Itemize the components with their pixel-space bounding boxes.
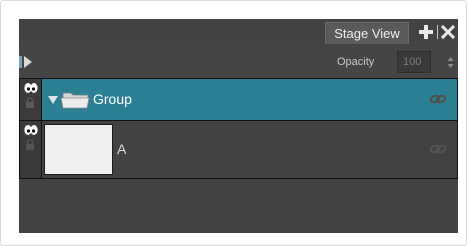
link-icon[interactable]: [429, 144, 447, 154]
disclosure-triangle-icon[interactable]: [48, 96, 58, 104]
tab-separator: [437, 25, 438, 39]
layer-name-group: Group: [93, 91, 132, 107]
lock-icon[interactable]: [25, 97, 35, 108]
plus-icon[interactable]: [418, 24, 434, 40]
layer-thumbnail: [44, 124, 113, 175]
layer-gutter: [20, 79, 42, 120]
expand-panel-icon[interactable]: [19, 55, 33, 69]
layers-panel: Stage View Opacity 100 Group A: [19, 19, 458, 233]
tab-stage-view[interactable]: Stage View: [325, 22, 409, 44]
screenshot-frame: Stage View Opacity 100 Group A: [0, 0, 467, 246]
layer-name-a: A: [117, 141, 127, 157]
layer-gutter: [20, 121, 42, 178]
eye-icon[interactable]: [24, 124, 38, 136]
layer-row-group[interactable]: Group: [20, 79, 457, 121]
opacity-spinner-icon[interactable]: [447, 56, 454, 69]
layer-list: Group A: [19, 78, 458, 179]
folder-icon: [61, 92, 90, 109]
opacity-label: Opacity: [337, 56, 375, 68]
tab-label: Stage View: [334, 26, 400, 41]
close-icon[interactable]: [440, 24, 456, 40]
opacity-input[interactable]: 100: [397, 51, 431, 73]
eye-icon[interactable]: [24, 82, 38, 94]
layer-toolbar: Opacity 100: [19, 46, 458, 78]
opacity-value: 100: [403, 56, 422, 68]
lock-icon[interactable]: [25, 139, 35, 150]
layer-row-a[interactable]: A: [20, 121, 457, 178]
link-icon[interactable]: [429, 94, 447, 104]
